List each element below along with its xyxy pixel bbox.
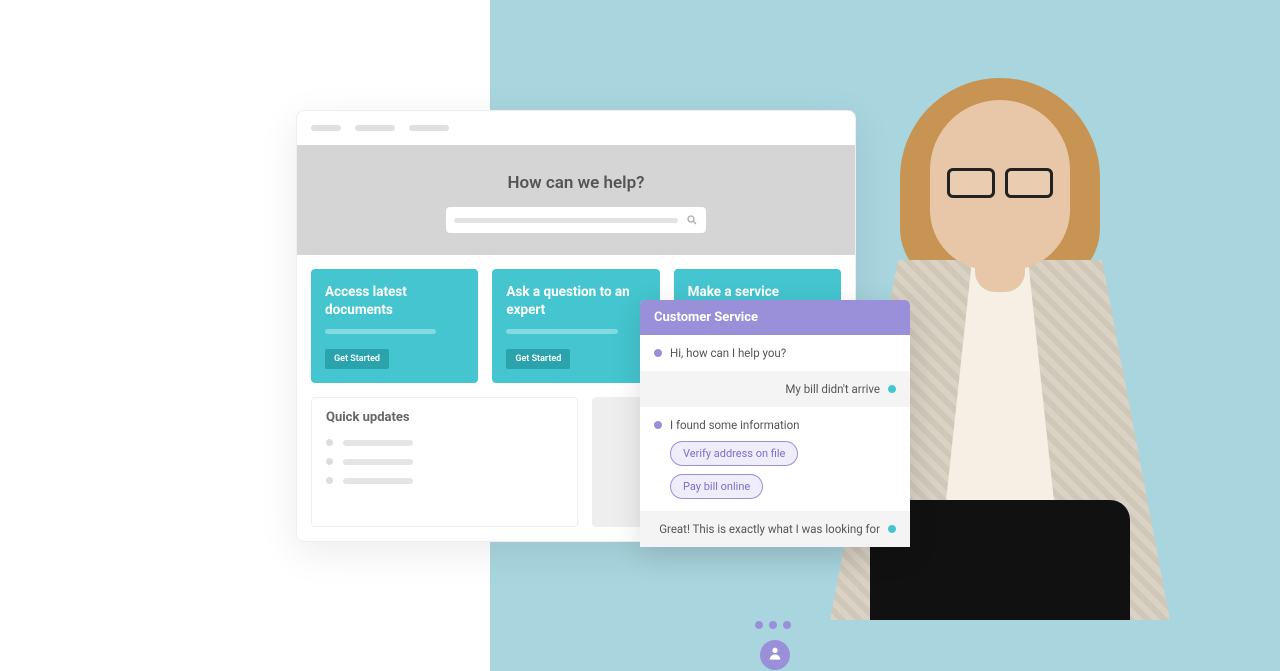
list-item[interactable] [326,477,563,484]
card-title: Access latest documents [325,283,464,319]
chat-avatar[interactable] [760,640,790,670]
agent-dot-icon [654,421,662,429]
chat-message-user: Great! This is exactly what I was lookin… [640,511,910,547]
get-started-button[interactable]: Get Started [325,349,389,369]
user-icon [767,645,783,665]
typing-indicator [755,621,791,629]
chat-suggestion-chip[interactable]: Verify address on file [670,441,798,466]
agent-dot-icon [654,349,662,357]
chat-message-agent: I found some information [640,407,910,437]
hero-title: How can we help? [327,173,825,193]
chat-widget: Customer Service Hi, how can I help you?… [640,300,910,547]
hero-section: How can we help? [297,145,855,255]
card-ask-expert[interactable]: Ask a question to an expert Get Started [492,269,659,383]
browser-chrome [297,111,855,145]
chat-message-agent: Hi, how can I help you? [640,335,910,371]
search-input[interactable] [446,207,706,233]
quick-updates-panel: Quick updates [311,397,578,527]
card-documents[interactable]: Access latest documents Get Started [311,269,478,383]
chat-suggestions: Verify address on file Pay bill online [640,437,910,511]
search-icon [686,211,698,230]
chat-message-user: My bill didn't arrive [640,371,910,407]
quick-updates-title: Quick updates [326,410,563,425]
card-title: Ask a question to an expert [506,283,645,319]
user-dot-icon [888,385,896,393]
get-started-button[interactable]: Get Started [506,349,570,369]
list-item[interactable] [326,439,563,446]
chat-header: Customer Service [640,300,910,335]
user-dot-icon [888,525,896,533]
list-item[interactable] [326,458,563,465]
chat-suggestion-chip[interactable]: Pay bill online [670,474,763,499]
